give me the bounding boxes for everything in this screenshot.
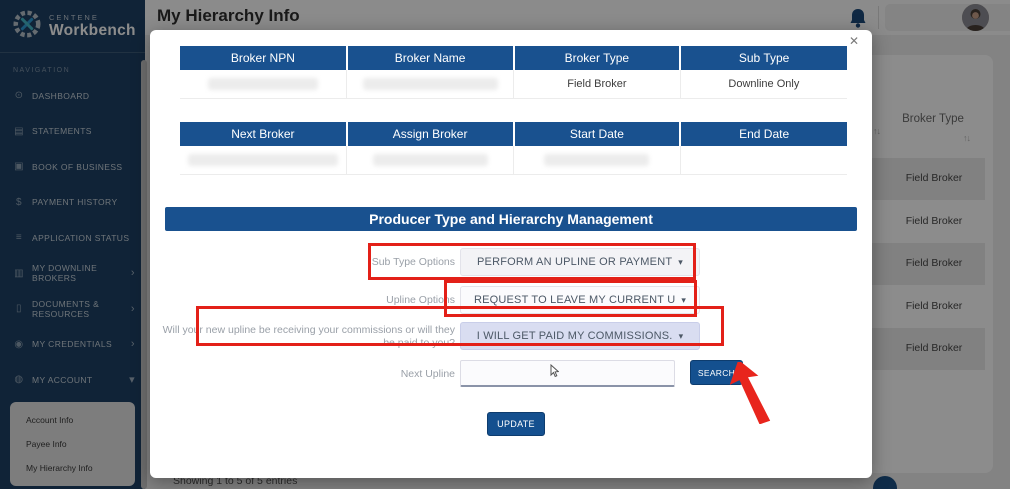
commissions-dropdown[interactable]: I WILL GET PAID MY COMMISSIONS. ▾ xyxy=(460,322,700,350)
next-upline-input[interactable] xyxy=(460,360,675,387)
table-header-row: Broker NPN Broker Name Broker Type Sub T… xyxy=(180,46,847,70)
upline-options-label: Upline Options xyxy=(386,294,455,306)
sub-type-options-dropdown[interactable]: PERFORM AN UPLINE OR PAYMENT ▾ xyxy=(460,248,700,276)
column-header: Assign Broker xyxy=(345,122,514,146)
table-row: Field Broker Downline Only xyxy=(180,70,847,99)
redacted-value xyxy=(544,153,650,166)
redacted-value xyxy=(362,77,498,90)
column-header: Sub Type xyxy=(679,46,847,70)
redacted-value xyxy=(188,153,338,166)
update-button[interactable]: UPDATE xyxy=(487,412,545,436)
broker-info-table: Broker NPN Broker Name Broker Type Sub T… xyxy=(180,46,847,99)
sub-type-options-label: Sub Type Options xyxy=(371,256,455,268)
redacted-value xyxy=(372,153,488,166)
caret-down-icon: ▾ xyxy=(681,294,687,305)
table-cell-end-date xyxy=(679,146,847,175)
table-row xyxy=(180,146,847,175)
next-upline-label: Next Upline xyxy=(400,368,455,380)
column-header: Broker NPN xyxy=(180,46,347,70)
upline-options-dropdown[interactable]: REQUEST TO LEAVE MY CURRENT U ▾ xyxy=(460,286,700,314)
commissions-question-label: Will your new upline be receiving your c… xyxy=(162,324,455,349)
table-header-row: Next Broker Assign Broker Start Date End… xyxy=(180,122,847,146)
hierarchy-modal: ✕ Broker NPN Broker Name Broker Type Sub… xyxy=(150,30,872,478)
dropdown-value: I WILL GET PAID MY COMMISSIONS. xyxy=(476,330,673,342)
table-cell-broker-type: Field Broker xyxy=(513,70,681,99)
dropdown-value: REQUEST TO LEAVE MY CURRENT U xyxy=(473,294,676,306)
upline-info-table: Next Broker Assign Broker Start Date End… xyxy=(180,122,847,175)
table-cell-next-broker xyxy=(180,146,347,175)
table-cell-broker-npn xyxy=(180,70,347,99)
caret-down-icon: ▾ xyxy=(678,330,684,341)
column-header: End Date xyxy=(679,122,847,146)
column-header: Broker Type xyxy=(512,46,681,70)
close-icon[interactable]: ✕ xyxy=(849,34,859,48)
column-header: Next Broker xyxy=(180,122,347,146)
column-header: Broker Name xyxy=(345,46,514,70)
app-root: CENTENE Workbench NAVIGATION ⊙ DASHBOARD… xyxy=(0,0,1010,489)
table-cell-start-date xyxy=(513,146,681,175)
table-cell-broker-name xyxy=(346,70,514,99)
section-title: Producer Type and Hierarchy Management xyxy=(165,207,857,231)
caret-down-icon: ▾ xyxy=(678,256,683,267)
table-cell-assign-broker xyxy=(346,146,514,175)
column-header: Start Date xyxy=(512,122,681,146)
redacted-value xyxy=(208,77,319,90)
table-cell-sub-type: Downline Only xyxy=(679,70,847,99)
search-button[interactable]: SEARCH xyxy=(690,360,743,385)
dropdown-value: PERFORM AN UPLINE OR PAYMENT xyxy=(477,256,673,268)
